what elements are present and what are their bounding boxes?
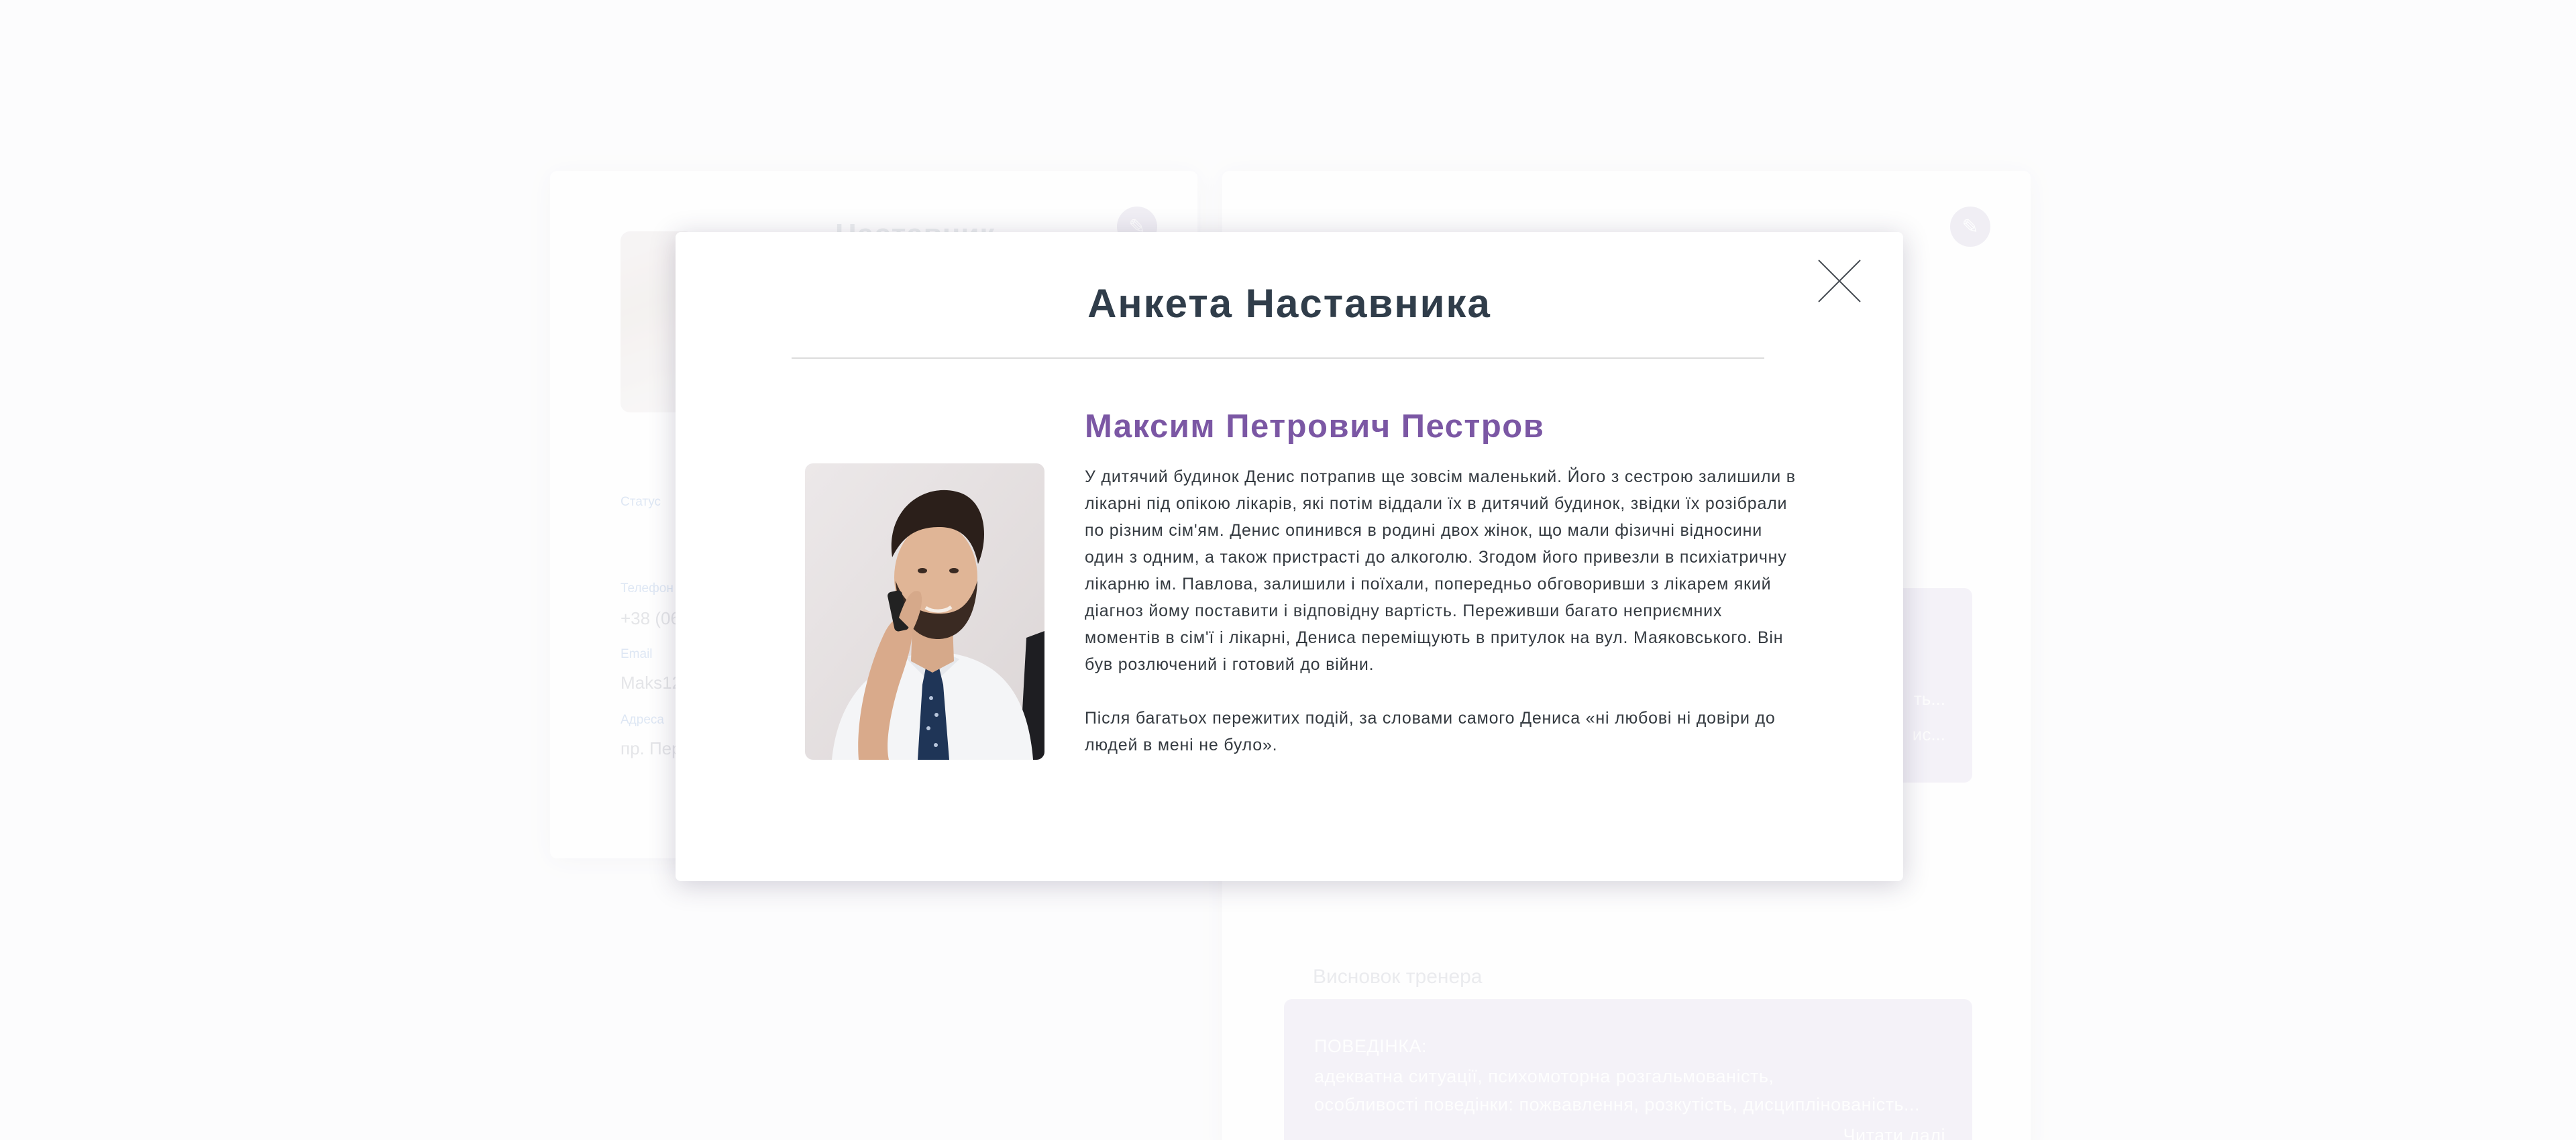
page: ✎ Наставник Статус Телефон +38 (06 Email…: [0, 0, 2576, 1140]
mentor-photo: [805, 463, 1044, 760]
mentor-bio: У дитячий будинок Денис потрапив ще зовс…: [1085, 463, 1799, 758]
divider: [792, 357, 1764, 359]
mentor-profile-modal: Анкета Наставника Максим Петрович Пестро…: [676, 232, 1903, 881]
modal-title: Анкета Наставника: [1087, 281, 1491, 326]
mentor-photo-image: [805, 463, 1044, 760]
bio-paragraph: У дитячий будинок Денис потрапив ще зовс…: [1085, 467, 1796, 674]
bio-paragraph: Після багатьох пережитих подій, за слова…: [1085, 709, 1776, 754]
mentor-name: Максим Петрович Пестров: [1085, 408, 1545, 445]
